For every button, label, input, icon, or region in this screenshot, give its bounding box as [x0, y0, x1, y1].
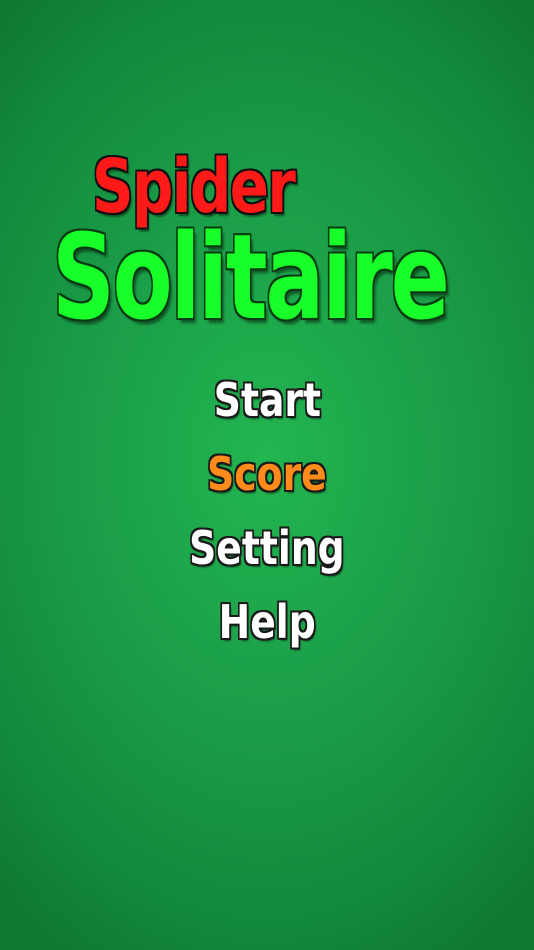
main-menu: Start Score Setting Help — [0, 368, 534, 664]
start-button[interactable]: Start — [0, 368, 534, 442]
help-button[interactable]: Help — [0, 590, 534, 664]
score-button[interactable]: Score — [0, 442, 534, 516]
start-button-label: Start — [213, 373, 321, 427]
setting-button[interactable]: Setting — [0, 516, 534, 590]
setting-button-label: Setting — [189, 521, 345, 575]
main-menu-screen: Spider Solitaire Start Score Setting Hel… — [0, 0, 534, 950]
score-button-label: Score — [207, 447, 327, 501]
game-title-solitaire: Solitaire — [52, 208, 450, 346]
help-button-label: Help — [218, 595, 316, 649]
